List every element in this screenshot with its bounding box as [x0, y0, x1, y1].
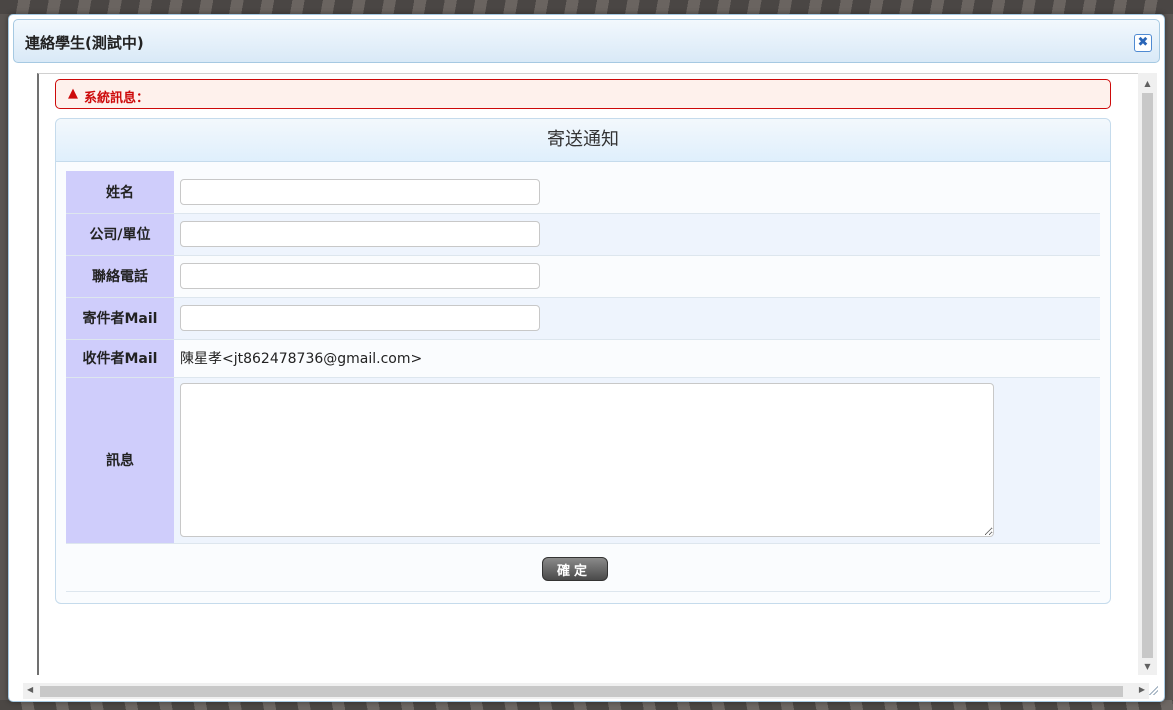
form-row-recipient-mail: 收件者Mail 陳星孝<jt862478736@gmail.com> [66, 339, 1100, 378]
dialog-content: ▲ 系統訊息： 寄送通知 姓名 公司/單位 聯絡電話 寄件者Mail 收件者Ma… [37, 73, 1157, 675]
form-heading: 寄送通知 [56, 119, 1110, 162]
form-row-phone: 聯絡電話 [66, 255, 1100, 298]
contact-student-dialog: 連絡學生(測試中) ✖ ▲ 系統訊息： 寄送通知 姓名 公司/單位 聯絡電話 寄… [8, 14, 1165, 702]
scroll-down-icon[interactable]: ▼ [1138, 662, 1157, 671]
scroll-right-icon[interactable]: ▶ [1139, 685, 1145, 694]
company-label: 公司/單位 [66, 213, 174, 256]
message-textarea[interactable] [180, 383, 994, 537]
message-label: 訊息 [66, 377, 174, 544]
form-row-sender-mail: 寄件者Mail [66, 297, 1100, 340]
form-row-message: 訊息 [66, 377, 1100, 544]
vertical-scroll-thumb[interactable] [1142, 93, 1153, 658]
vertical-scrollbar[interactable]: ▲ ▼ [1138, 73, 1157, 675]
system-message-box: ▲ 系統訊息： [55, 79, 1111, 109]
send-notice-form: 寄送通知 姓名 公司/單位 聯絡電話 寄件者Mail 收件者Mail 陳星孝<j… [55, 118, 1111, 604]
system-message-label: 系統訊息： [84, 91, 150, 106]
form-row-name: 姓名 [66, 171, 1100, 214]
scroll-left-icon[interactable]: ◀ [27, 685, 33, 694]
form-row-company: 公司/單位 [66, 213, 1100, 256]
dialog-title: 連絡學生(測試中) [25, 34, 144, 52]
dialog-titlebar[interactable]: 連絡學生(測試中) ✖ [13, 19, 1160, 63]
phone-label: 聯絡電話 [66, 255, 174, 298]
horizontal-scrollbar[interactable]: ◀ ▶ [23, 683, 1149, 699]
form-table: 姓名 公司/單位 聯絡電話 寄件者Mail 收件者Mail 陳星孝<jt8624… [66, 171, 1100, 544]
phone-input[interactable] [180, 263, 540, 289]
page-backdrop [0, 0, 1173, 14]
submit-row: 確定 [66, 555, 1100, 592]
scroll-up-icon[interactable]: ▲ [1138, 79, 1157, 88]
recipient-mail-value: 陳星孝<jt862478736@gmail.com> [180, 351, 423, 367]
sender-mail-input[interactable] [180, 305, 540, 331]
submit-button[interactable]: 確定 [542, 557, 608, 581]
recipient-mail-label: 收件者Mail [66, 339, 174, 378]
name-input[interactable] [180, 178, 540, 205]
sender-mail-label: 寄件者Mail [66, 297, 174, 340]
resize-grip-icon[interactable] [1148, 685, 1158, 695]
warning-icon: ▲ [68, 86, 78, 101]
name-label: 姓名 [66, 171, 174, 214]
horizontal-scroll-thumb[interactable] [40, 686, 1123, 697]
close-icon[interactable]: ✖ [1134, 34, 1152, 52]
company-input[interactable] [180, 221, 540, 247]
